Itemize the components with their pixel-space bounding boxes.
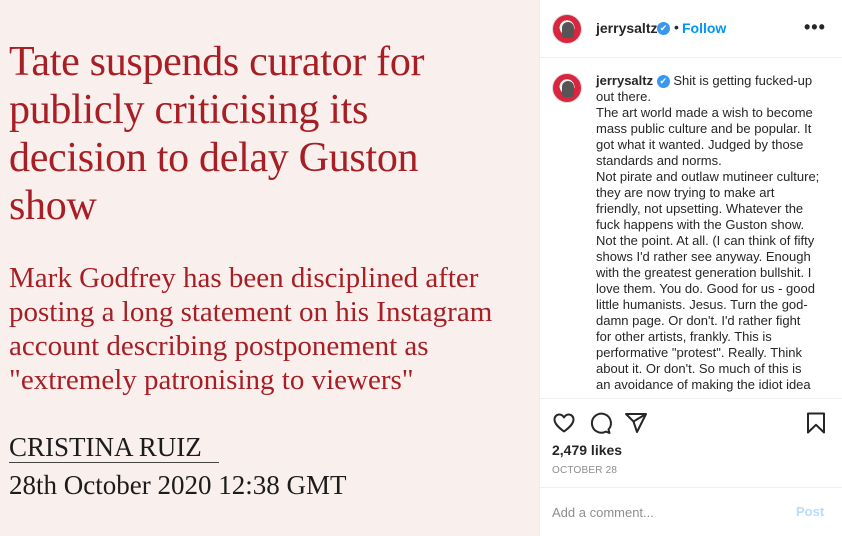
caption-line: little humanists. Jesus. Turn the god- xyxy=(596,297,808,312)
caption-line: with the greatest generation bullshit. I xyxy=(596,265,812,280)
verified-badge-icon: ✔ xyxy=(656,75,670,88)
article-standfirst: Mark Godfrey has been disciplined after … xyxy=(9,261,539,397)
caption-line: got what it wanted. Judged by those xyxy=(596,137,804,152)
article-byline: CRISTINA RUIZ xyxy=(9,432,202,462)
caption-line: an avoidance of making the idiot idea xyxy=(596,377,811,392)
caption-line: fuck happens with the Guston show. xyxy=(596,217,805,232)
headline-line: Tate suspends curator for xyxy=(9,39,425,85)
post-date[interactable]: OCTOBER 28 xyxy=(552,465,617,476)
verified-badge-icon: ✔ xyxy=(657,22,670,35)
caption-line: The art world made a wish to become xyxy=(596,105,813,120)
post-actions: 2,479 likes OCTOBER 28 xyxy=(540,398,842,492)
caption-line: mass public culture and be popular. It xyxy=(596,121,812,136)
follow-button[interactable]: Follow xyxy=(682,20,726,36)
avatar[interactable] xyxy=(552,14,582,44)
standfirst-line: Mark Godfrey has been disciplined after xyxy=(9,262,479,294)
caption-first-line: Shit is getting fucked-up xyxy=(673,73,813,88)
caption-line: Not the point. At all. (I can think of f… xyxy=(596,233,815,248)
standfirst-line: account describing postponement as xyxy=(9,330,429,362)
standfirst-line: "extremely patronising to viewers" xyxy=(9,364,414,396)
byline-underline xyxy=(9,462,219,463)
headline-line: publicly criticising its xyxy=(9,87,369,133)
comment-icon[interactable] xyxy=(588,411,612,440)
caption-line: performative "protest". Really. Think xyxy=(596,345,802,360)
caption-line: standards and norms. xyxy=(596,153,722,168)
article-dateline: 28th October 2020 12:38 GMT xyxy=(9,470,347,500)
caption-line: Not pirate and outlaw mutineer culture; xyxy=(596,169,820,184)
caption-line: love them. You do. Good for us - good xyxy=(596,281,815,296)
caption-line: friendly, not upsetting. Whatever the xyxy=(596,201,804,216)
caption-line: for other artists, frankly. This is xyxy=(596,329,772,344)
caption-line: they are now trying to make art xyxy=(596,185,775,200)
add-comment-bar: Post xyxy=(540,487,842,536)
share-icon[interactable] xyxy=(624,411,648,440)
post-sidebar: jerrysaltz ✔ • Follow ••• jerrysaltz ✔ S… xyxy=(540,0,842,536)
post-image[interactable]: Tate suspends curator for publicly criti… xyxy=(0,0,540,536)
caption-line: shows I'd rather see anyway. Enough xyxy=(596,249,811,264)
caption-line: about it. Or don't. So much of this is xyxy=(596,361,802,376)
comment-input[interactable] xyxy=(552,502,772,522)
article-headline: Tate suspends curator for publicly criti… xyxy=(9,38,534,230)
headline-line: show xyxy=(9,183,97,229)
caption-avatar[interactable] xyxy=(552,73,582,103)
caption-username[interactable]: jerrysaltz xyxy=(596,73,653,88)
post-comment-button[interactable]: Post xyxy=(796,504,824,519)
bookmark-icon[interactable] xyxy=(804,411,828,440)
caption-area: jerrysaltz ✔ Shit is getting fucked-up o… xyxy=(540,59,842,399)
standfirst-line: posting a long statement on his Instagra… xyxy=(9,296,493,328)
header-username[interactable]: jerrysaltz xyxy=(596,20,657,36)
caption-line: damn page. Or don't. I'd rather fight xyxy=(596,313,801,328)
likes-count[interactable]: 2,479 likes xyxy=(552,442,622,458)
post-caption: jerrysaltz ✔ Shit is getting fucked-up o… xyxy=(596,73,838,393)
caption-line: out there. xyxy=(596,89,651,104)
post-header: jerrysaltz ✔ • Follow ••• xyxy=(540,0,842,58)
headline-line: decision to delay Guston xyxy=(9,135,419,181)
heart-icon[interactable] xyxy=(552,411,576,440)
more-options-icon[interactable]: ••• xyxy=(804,18,826,36)
separator-dot: • xyxy=(674,19,679,35)
